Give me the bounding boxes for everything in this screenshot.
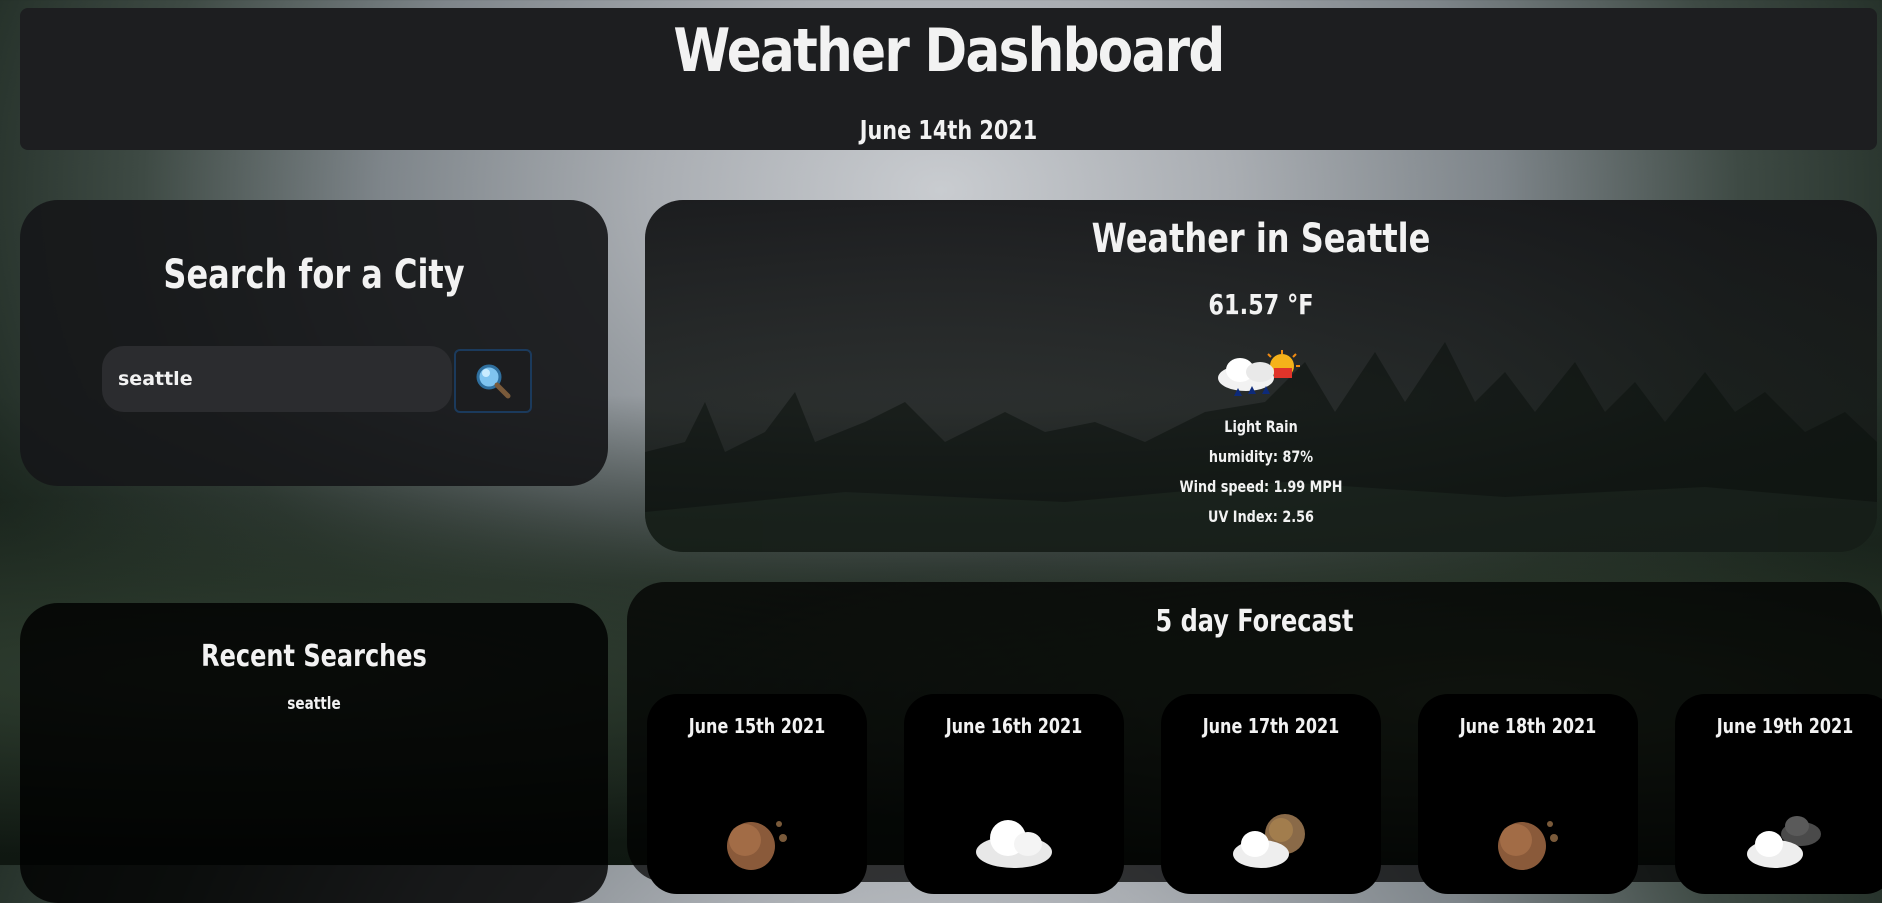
cloud-icon	[976, 820, 1052, 868]
search-icon	[476, 364, 511, 399]
search-panel: Search for a City	[20, 200, 608, 486]
recent-search-item[interactable]: seattle	[79, 694, 549, 714]
page-title: Weather Dashboard	[673, 16, 1225, 86]
current-weather-panel: Weather in Seattle 61.57 °F Light Rain h…	[645, 200, 1877, 552]
humidity-text: humidity: 87%	[1208, 447, 1314, 466]
forecast-card: June 15th 2021	[647, 694, 867, 894]
search-button[interactable]	[454, 349, 532, 413]
moon-icon	[727, 821, 787, 870]
cloud-moon-icon	[1233, 814, 1305, 868]
forecast-card: June 17th 2021	[1161, 694, 1381, 894]
cloud-storm-icon	[1747, 816, 1821, 868]
recent-searches-title: Recent Searches	[201, 639, 427, 674]
forecast-date: June 18th 2021	[1459, 714, 1597, 738]
forecast-date: June 19th 2021	[1716, 714, 1854, 738]
moon-icon	[1498, 821, 1558, 870]
forecast-date: June 15th 2021	[688, 714, 826, 738]
forecast-title: 5 day Forecast	[1155, 604, 1354, 639]
forecast-card: June 16th 2021	[904, 694, 1124, 894]
uv-index-text: UV Index: 2.56	[1208, 507, 1314, 526]
forecast-date: June 17th 2021	[1202, 714, 1340, 738]
weather-description: Light Rain	[1224, 417, 1298, 436]
current-city-title: Weather in Seattle	[1091, 216, 1431, 262]
current-temperature: 61.57 °F	[1208, 288, 1314, 321]
city-search-input[interactable]	[102, 346, 452, 412]
current-date: June 14th 2021	[859, 116, 1038, 146]
forecast-panel: 5 day Forecast June 15th 2021 June 16th …	[627, 582, 1882, 894]
search-title: Search for a City	[163, 252, 465, 298]
forecast-card: June 18th 2021	[1418, 694, 1638, 894]
forecast-date: June 16th 2021	[945, 714, 1083, 738]
light-rain-icon	[1218, 350, 1300, 396]
recent-searches-panel: Recent Searches seattle	[20, 603, 608, 903]
forecast-card: June 19th 2021	[1675, 694, 1882, 894]
header: Weather Dashboard June 14th 2021	[20, 8, 1877, 150]
wind-speed-text: Wind speed: 1.99 MPH	[1179, 477, 1343, 496]
